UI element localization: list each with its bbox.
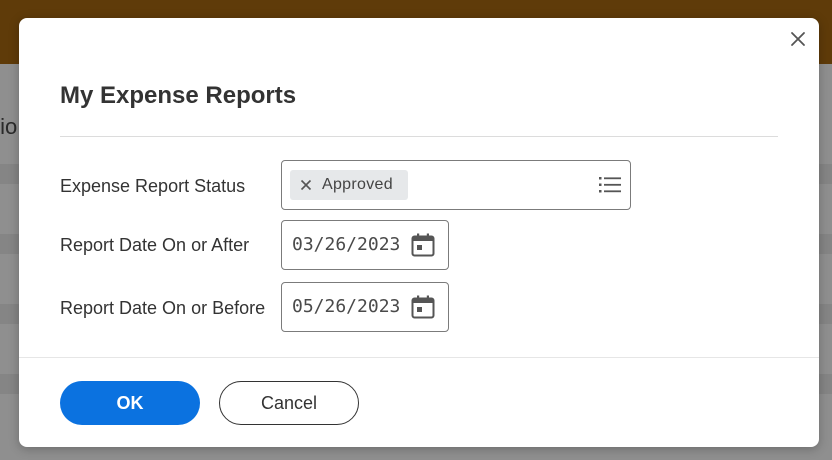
date-before-field[interactable]: 05/26/2023 [281,282,449,332]
date-before-label: Report Date On or Before [60,298,266,318]
close-icon [300,179,312,191]
date-before-value[interactable]: 05/26/2023 [292,296,400,317]
date-after-value[interactable]: 03/26/2023 [292,234,400,255]
close-button[interactable] [787,28,809,50]
date-after-field[interactable]: 03/26/2023 [281,220,449,270]
status-label: Expense Report Status [60,176,246,196]
calendar-icon[interactable] [410,294,436,320]
status-field[interactable]: Approved [281,160,631,210]
footer-divider [19,357,819,358]
dialog-title: My Expense Reports [60,82,297,109]
ok-button[interactable]: OK [60,381,200,425]
close-icon [791,32,805,46]
status-chip: Approved [290,170,408,200]
remove-chip-button[interactable] [290,179,322,191]
background-partial-text: tio [0,114,18,139]
date-after-label: Report Date On or After [60,235,250,255]
title-divider [60,136,778,137]
cancel-button[interactable]: Cancel [219,381,359,425]
calendar-icon[interactable] [410,232,436,258]
list-icon[interactable] [599,175,621,195]
expense-reports-dialog: My Expense Reports Expense Report Status… [19,18,819,447]
status-chip-label: Approved [322,176,393,193]
